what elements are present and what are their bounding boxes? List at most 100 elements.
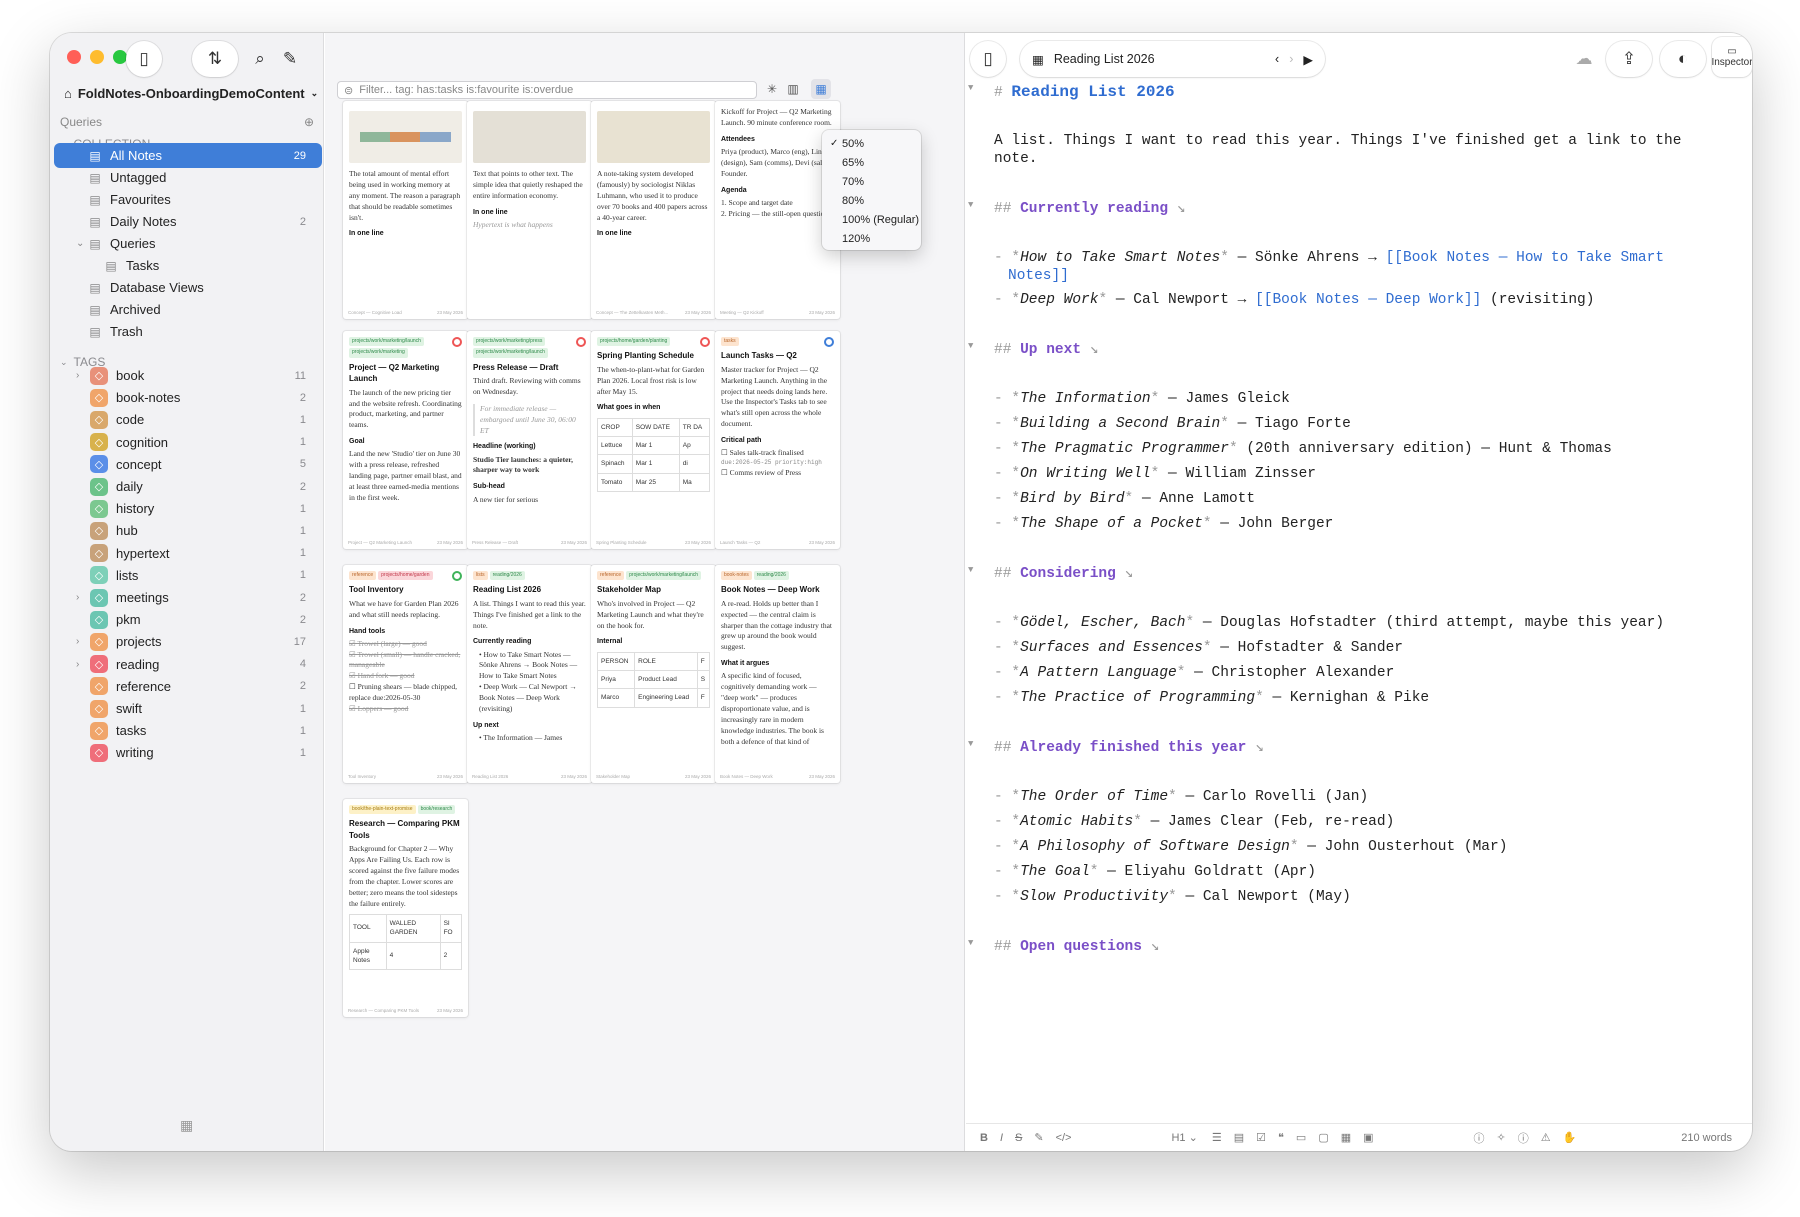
book-list-item[interactable]: - *Building a Second Brain* — Tiago Fort…: [994, 416, 1351, 432]
zoom-option[interactable]: 80%: [822, 191, 921, 210]
minimize-window-button[interactable]: [90, 50, 104, 64]
card-task[interactable]: ☑ Trowel (small) — handle cracked, manag…: [349, 650, 462, 672]
tag-item-hub[interactable]: ◇ hub 1: [54, 518, 322, 543]
card-task[interactable]: ☐ Sales talk-track finalised: [721, 448, 834, 459]
book-list-item[interactable]: - *Slow Productivity* — Cal Newport (May…: [994, 889, 1351, 905]
wiki-link[interactable]: Notes]]: [1008, 268, 1069, 284]
lightbulb-icon[interactable]: ✧: [1497, 1131, 1506, 1144]
fold-chevron-icon[interactable]: ▼: [968, 341, 973, 351]
theme-button[interactable]: ◐: [1660, 41, 1706, 77]
asterisk-button[interactable]: ✳: [762, 79, 782, 99]
note-card[interactable]: projects/work/marketing/launch projects/w…: [343, 331, 468, 549]
fold-chevron-icon[interactable]: ▼: [968, 938, 973, 948]
wiki-link[interactable]: [[Book Notes — How to Take Smart: [1386, 250, 1664, 266]
note-card[interactable]: book-notes reading/2026 Book Notes — Deep…: [715, 565, 840, 783]
play-icon[interactable]: ▶: [1303, 52, 1313, 67]
zoom-option[interactable]: 120%: [822, 229, 921, 248]
tag-item-cognition[interactable]: ◇ cognition 1: [54, 430, 322, 455]
tag-item-projects[interactable]: › ◇ projects 17: [54, 629, 322, 654]
book-list-item[interactable]: - *Deep Work* — Cal Newport → [[Book Not…: [994, 292, 1594, 308]
view-options-button[interactable]: ▥: [783, 79, 803, 99]
note-card[interactable]: Text that points to other text. The simp…: [467, 101, 592, 319]
share-button[interactable]: ⇪: [1606, 41, 1652, 77]
sort-button[interactable]: ⇅: [192, 41, 238, 77]
bullet-list-icon[interactable]: ☰: [1212, 1131, 1222, 1144]
back-icon[interactable]: ‹: [1275, 52, 1279, 66]
add-query-icon[interactable]: ⊕: [304, 115, 314, 129]
inspector-button[interactable]: ▭ Inspector: [1711, 37, 1752, 77]
table-icon[interactable]: ▦: [1341, 1131, 1351, 1144]
hand-icon[interactable]: ✋: [1563, 1131, 1577, 1144]
forward-icon[interactable]: ›: [1289, 52, 1293, 66]
book-list-item[interactable]: - *The Practice of Programming* — Kernig…: [994, 690, 1429, 706]
zoom-option[interactable]: 65%: [822, 153, 921, 172]
book-list-item[interactable]: - *On Writing Well* — William Zinsser: [994, 466, 1316, 482]
italic-button[interactable]: I: [1000, 1132, 1003, 1144]
search-button[interactable]: ⌕: [246, 41, 274, 77]
book-list-item[interactable]: - *Bird by Bird* — Anne Lamott: [994, 491, 1255, 507]
book-list-item[interactable]: - *How to Take Smart Notes* — Sönke Ahre…: [994, 250, 1664, 266]
code-icon[interactable]: </>: [1056, 1132, 1072, 1144]
card-task[interactable]: ☑ Loppers — good: [349, 704, 462, 715]
bold-button[interactable]: B: [980, 1132, 988, 1144]
warning-icon[interactable]: ⚠: [1541, 1131, 1551, 1144]
sidebar-toggle-button[interactable]: ▯: [126, 41, 162, 77]
callout-icon[interactable]: ▭: [1296, 1131, 1306, 1144]
book-list-item[interactable]: - *Atomic Habits* — James Clear (Feb, re…: [994, 814, 1394, 830]
book-list-item[interactable]: - *The Order of Time* — Carlo Rovelli (J…: [994, 789, 1368, 805]
card-task[interactable]: ☐ Comms review of Press: [721, 468, 834, 479]
calendar-icon[interactable]: ▦: [180, 1117, 193, 1134]
new-note-button[interactable]: ✎: [276, 41, 304, 77]
note-card[interactable]: reference projects/home/garden Tool Inven…: [343, 565, 468, 783]
card-task[interactable]: ☑ Trowel (large) — good: [349, 639, 462, 650]
filter-input[interactable]: ⊜ Filter... tag: has:tasks is:favourite …: [337, 81, 757, 99]
fold-chevron-icon[interactable]: ▼: [968, 83, 973, 93]
note-card[interactable]: reference projects/work/marketing/launch …: [591, 565, 716, 783]
book-list-item[interactable]: - *The Pragmatic Programmer* (20th anniv…: [994, 441, 1612, 457]
book-list-item[interactable]: - *The Information* — James Gleick: [994, 391, 1290, 407]
tag-item-writing[interactable]: ◇ writing 1: [54, 740, 322, 765]
fold-chevron-icon[interactable]: ▼: [968, 565, 973, 575]
cloud-button[interactable]: ☁: [1568, 41, 1600, 77]
card-task[interactable]: ☑ Hand fork — good: [349, 671, 462, 682]
workspace-selector[interactable]: ⌂ FoldNotes-OnboardingDemoContent ⌄: [64, 86, 318, 101]
zoom-option[interactable]: 100% (Regular): [822, 210, 921, 229]
fold-chevron-icon[interactable]: ▼: [968, 200, 973, 210]
close-window-button[interactable]: [67, 50, 81, 64]
note-card[interactable]: projects/home/garden/planting Spring Pla…: [591, 331, 716, 549]
image-icon[interactable]: ▣: [1363, 1131, 1373, 1144]
book-list-item[interactable]: - *A Pattern Language* — Christopher Ale…: [994, 665, 1394, 681]
tag-item-reading[interactable]: › ◇ reading 4: [54, 652, 322, 677]
note-card[interactable]: projects/work/marketing/press projects/wo…: [467, 331, 592, 549]
note-card[interactable]: lists reading/2026 Reading List 2026 A li…: [467, 565, 592, 783]
zoom-window-button[interactable]: [113, 50, 127, 64]
quote-icon[interactable]: ❝: [1278, 1131, 1284, 1144]
checkbox-icon[interactable]: ☑: [1256, 1131, 1266, 1144]
book-list-item[interactable]: - *The Shape of a Pocket* — John Berger: [994, 516, 1333, 532]
note-tab[interactable]: ▦ Reading List 2026 ‹ › ▶: [1020, 41, 1325, 77]
book-list-item[interactable]: - *The Goal* — Eliyahu Goldratt (Apr): [994, 864, 1316, 880]
grid-zoom-button[interactable]: ▦: [811, 79, 831, 99]
numbered-list-icon[interactable]: ▤: [1234, 1131, 1244, 1144]
info-icon[interactable]: ⓘ: [1474, 1130, 1485, 1146]
highlight-icon[interactable]: ✎: [1034, 1131, 1043, 1144]
card-task[interactable]: ☐ Pruning shears — blade chipped, replac…: [349, 682, 462, 704]
note-card[interactable]: book/the-plain-text-promise book/research…: [343, 799, 468, 1017]
alert-icon[interactable]: ⓘ: [1518, 1130, 1529, 1146]
wiki-link[interactable]: [[Book Notes — Deep Work]]: [1255, 292, 1481, 308]
note-card[interactable]: A note-taking system developed (famously…: [591, 101, 716, 319]
note-card[interactable]: The total amount of mental effort being …: [343, 101, 468, 319]
comment-icon[interactable]: ▢: [1318, 1131, 1328, 1144]
tag-item-hypertext[interactable]: ◇ hypertext 1: [54, 541, 322, 566]
book-list-item[interactable]: - *A Philosophy of Software Design* — Jo…: [994, 839, 1507, 855]
book-list-item[interactable]: - *Surfaces and Essences* — Hofstadter &…: [994, 640, 1403, 656]
zoom-option[interactable]: 50%: [822, 134, 921, 153]
heading-level-button[interactable]: H1 ⌄: [1171, 1131, 1197, 1144]
book-list-item[interactable]: - *Gödel, Escher, Bach* — Douglas Hofsta…: [994, 615, 1664, 631]
tag-item-code[interactable]: ◇ code 1: [54, 407, 322, 432]
sidebar-item-trash[interactable]: ▤ Trash: [54, 319, 322, 344]
strikethrough-button[interactable]: S: [1015, 1132, 1022, 1144]
note-card[interactable]: tasks Launch Tasks — Q2 Master tracker f…: [715, 331, 840, 549]
focus-toggle-button[interactable]: ▯: [970, 41, 1006, 77]
fold-chevron-icon[interactable]: ▼: [968, 739, 973, 749]
